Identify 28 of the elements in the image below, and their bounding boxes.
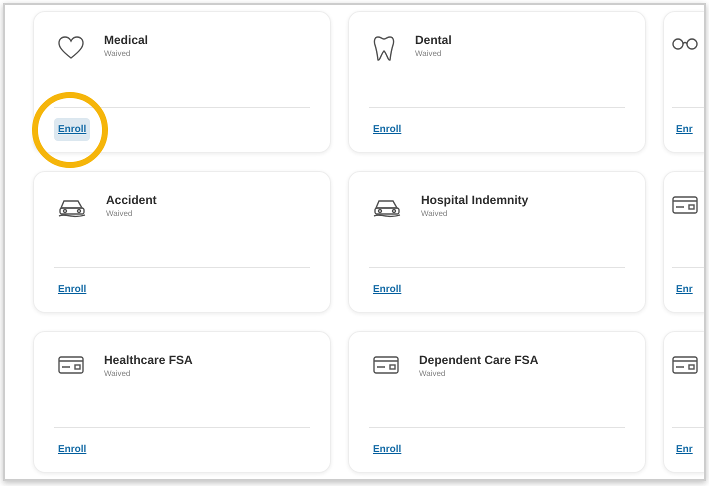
card-icon [672, 196, 698, 214]
benefit-status: Waived [421, 208, 448, 220]
card-icon [672, 356, 698, 374]
card-icon [58, 356, 84, 374]
card-icon [373, 356, 399, 374]
benefit-title: Medical [104, 32, 148, 48]
enroll-link[interactable]: Enroll [369, 278, 406, 302]
benefit-title: Accident [106, 192, 157, 208]
benefit-title: Healthcare FSA [104, 352, 193, 368]
enroll-link[interactable]: Enroll [54, 278, 90, 302]
enroll-link[interactable]: Enroll [369, 438, 406, 462]
glasses-icon [672, 36, 698, 50]
benefit-title: Dependent Care FSA [419, 352, 538, 368]
enroll-link[interactable]: Enr [672, 438, 697, 462]
tooth-icon [373, 36, 395, 62]
enroll-link[interactable]: Enroll [369, 118, 406, 142]
enroll-link[interactable]: Enroll [54, 438, 90, 462]
benefit-status: Waived [104, 368, 132, 380]
benefit-title: Hospital Indemnity [421, 192, 528, 208]
benefit-title: Dental [415, 32, 452, 48]
benefit-status: Waived [106, 208, 134, 220]
enroll-link[interactable]: Enroll [54, 118, 90, 142]
benefit-status: Waived [415, 48, 442, 60]
enroll-link[interactable]: Enr [672, 118, 697, 142]
benefit-status: Waived [419, 368, 446, 380]
benefit-status: Waived [104, 48, 132, 60]
heart-icon [58, 36, 84, 60]
enroll-link[interactable]: Enr [672, 278, 697, 302]
